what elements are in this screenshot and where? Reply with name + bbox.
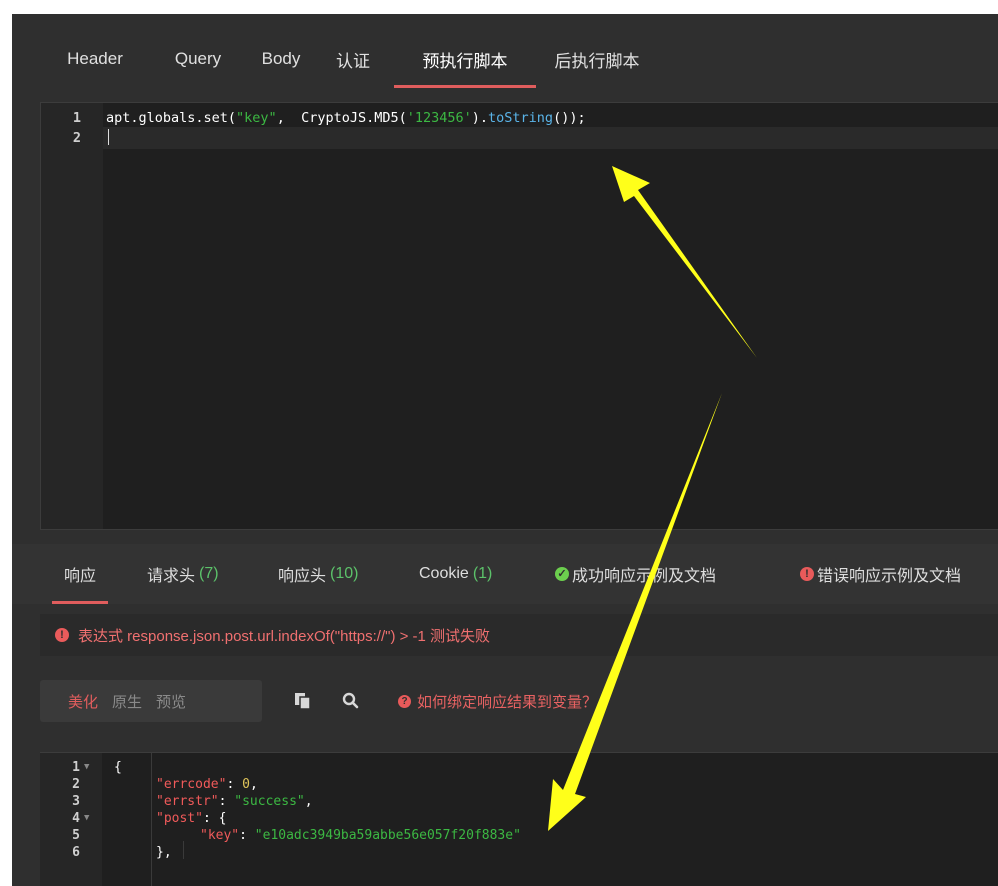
code-line-1: 1 apt.globals.set("key", CryptoJS.MD5('1… <box>41 109 586 127</box>
json-text: { <box>114 759 122 775</box>
format-toggle-group: 美化 原生 预览 <box>40 680 262 722</box>
tab-request-headers-label: 请求头 <box>147 568 196 585</box>
bind-response-help-link[interactable]: ? 如何绑定响应结果到变量？ <box>398 691 597 712</box>
indent-guide <box>183 841 184 859</box>
tab-auth[interactable]: 认证 <box>334 30 372 88</box>
tab-cookie[interactable]: Cookie (1) <box>419 544 492 604</box>
count-badge: (10) <box>330 565 359 582</box>
json-text: }, <box>156 844 172 860</box>
line-number: 1 <box>72 110 81 126</box>
tab-success-docs[interactable]: ✓ 成功响应示例及文档 <box>555 544 716 604</box>
line-number: 3 <box>72 793 80 809</box>
assertion-error-text: 表达式 response.json.post.url.indexOf("http… <box>78 627 491 645</box>
assertion-error-bar: ! 表达式 response.json.post.url.indexOf("ht… <box>40 614 998 656</box>
json-text: "key": "e10adc3949ba59abbe56e057f20f883e… <box>200 827 521 843</box>
line-number: 2 <box>72 130 81 146</box>
editor-gutter <box>41 103 103 529</box>
tab-body[interactable]: Body <box>258 30 304 88</box>
help-link-text: 如何绑定响应结果到变量？ <box>417 694 598 711</box>
tab-post-script[interactable]: 后执行脚本 <box>552 30 642 88</box>
json-text: "errstr": "success", <box>156 793 313 809</box>
count-badge: (1) <box>472 565 493 582</box>
code-line-2: 2 <box>41 129 81 147</box>
json-line-2: 2 "errcode": 0, <box>40 776 258 792</box>
tab-response-headers[interactable]: 响应头 (10) <box>278 544 358 604</box>
tab-error-docs[interactable]: ! 错误响应示例及文档 <box>800 544 961 604</box>
json-text: "post": { <box>156 810 227 826</box>
help-icon: ? <box>398 695 411 708</box>
json-line-4: 4 ▼ "post": { <box>40 810 226 826</box>
copy-icon[interactable] <box>294 692 311 714</box>
tab-query[interactable]: Query <box>170 30 226 88</box>
line-number: 2 <box>72 776 80 792</box>
error-icon: ! <box>800 567 814 581</box>
line-number: 4 <box>72 810 80 826</box>
count-badge: (7) <box>199 565 219 582</box>
tab-success-docs-label: 成功响应示例及文档 <box>572 568 717 585</box>
request-tabs: Header Query Body 认证 预执行脚本 后执行脚本 <box>12 30 998 88</box>
json-line-1: 1 ▼ { <box>40 759 122 775</box>
current-line-highlight <box>103 127 998 149</box>
fold-arrow-icon[interactable]: ▼ <box>84 762 89 772</box>
tab-response-label: 响应 <box>64 568 97 585</box>
tab-response[interactable]: 响应 <box>51 544 109 604</box>
error-icon: ! <box>55 628 69 642</box>
tab-pre-script[interactable]: 预执行脚本 <box>394 30 536 88</box>
line-number: 5 <box>72 827 80 843</box>
response-tabs: 响应 请求头 (7) 响应头 (10) Cookie (1) ✓ 成功响应示例及文档 !… <box>12 544 998 604</box>
indent-guide <box>151 753 152 886</box>
line-number: 1 <box>72 759 80 775</box>
tab-cookie-label: Cookie <box>419 565 469 582</box>
text-caret <box>108 129 109 145</box>
code-text: apt.globals.set("key", CryptoJS.MD5('123… <box>106 110 586 126</box>
preview-button[interactable]: 预览 <box>156 691 186 712</box>
fold-arrow-icon[interactable]: ▼ <box>84 813 89 823</box>
pre-script-editor[interactable]: 1 apt.globals.set("key", CryptoJS.MD5('1… <box>40 102 998 530</box>
raw-button[interactable]: 原生 <box>112 691 142 712</box>
pretty-button[interactable]: 美化 <box>68 691 98 712</box>
tab-request-headers[interactable]: 请求头 (7) <box>147 544 219 604</box>
tab-header[interactable]: Header <box>62 30 128 88</box>
json-text: "errcode": 0, <box>156 776 258 792</box>
search-icon[interactable] <box>342 692 359 714</box>
response-json-viewer[interactable]: 1 ▼ { 2 "errcode": 0, 3 "errstr": "succe… <box>40 752 998 886</box>
tab-response-headers-label: 响应头 <box>278 568 327 585</box>
line-number: 6 <box>72 844 80 860</box>
success-check-icon: ✓ <box>555 567 569 581</box>
json-line-6: 6 }, <box>40 844 171 860</box>
api-client-window: Header Query Body 认证 预执行脚本 后执行脚本 1 apt.g… <box>12 14 998 886</box>
tab-error-docs-label: 错误响应示例及文档 <box>817 568 962 585</box>
json-line-5: 5 "key": "e10adc3949ba59abbe56e057f20f88… <box>40 827 521 843</box>
json-line-3: 3 "errstr": "success", <box>40 793 312 809</box>
